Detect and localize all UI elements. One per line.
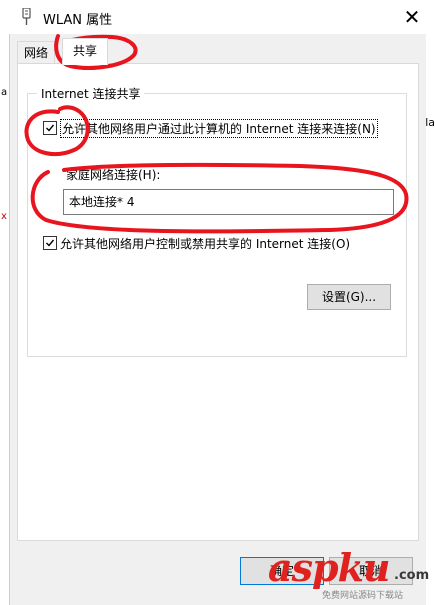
checkmark-icon xyxy=(46,124,55,132)
ok-button[interactable]: 确定 xyxy=(240,557,324,585)
title-bar[interactable]: WLAN 属性 ✕ xyxy=(9,0,426,34)
background-fragment: x xyxy=(1,211,7,222)
ics-group-title: Internet 连接共享 xyxy=(37,85,145,102)
home-network-field[interactable]: 本地连接* 4 xyxy=(63,189,394,215)
cancel-button[interactable]: 取消 xyxy=(329,557,413,585)
allow-connect-label: 允许其他网络用户通过此计算机的 Internet 连接来连接(N) xyxy=(60,119,378,138)
wlan-properties-dialog: a x la WLAN 属性 ✕ 网络 共享 Internet 连接共享 允许其… xyxy=(0,0,435,605)
background-fragment: la xyxy=(425,116,435,129)
background-window-right-edge: la xyxy=(425,0,435,605)
tab-network[interactable]: 网络 xyxy=(17,41,56,64)
watermark-subtitle: 免费网站源码下载站 xyxy=(322,591,404,601)
allow-control-checkbox[interactable] xyxy=(43,236,57,250)
background-fragment: a xyxy=(1,87,8,98)
settings-button[interactable]: 设置(G)... xyxy=(307,284,391,310)
allow-control-label: 允许其他网络用户控制或禁用共享的 Internet 连接(O) xyxy=(60,237,351,251)
network-adapter-icon xyxy=(22,8,31,25)
checkmark-icon xyxy=(46,239,55,247)
allow-connect-checkbox[interactable] xyxy=(43,121,57,135)
window-title: WLAN 属性 xyxy=(43,13,113,28)
tab-sharing[interactable]: 共享 xyxy=(62,38,108,65)
home-network-label: 家庭网络连接(H): xyxy=(66,168,161,182)
close-button[interactable]: ✕ xyxy=(398,4,426,30)
close-icon: ✕ xyxy=(403,5,421,29)
background-window-left-edge: a x xyxy=(0,0,10,605)
